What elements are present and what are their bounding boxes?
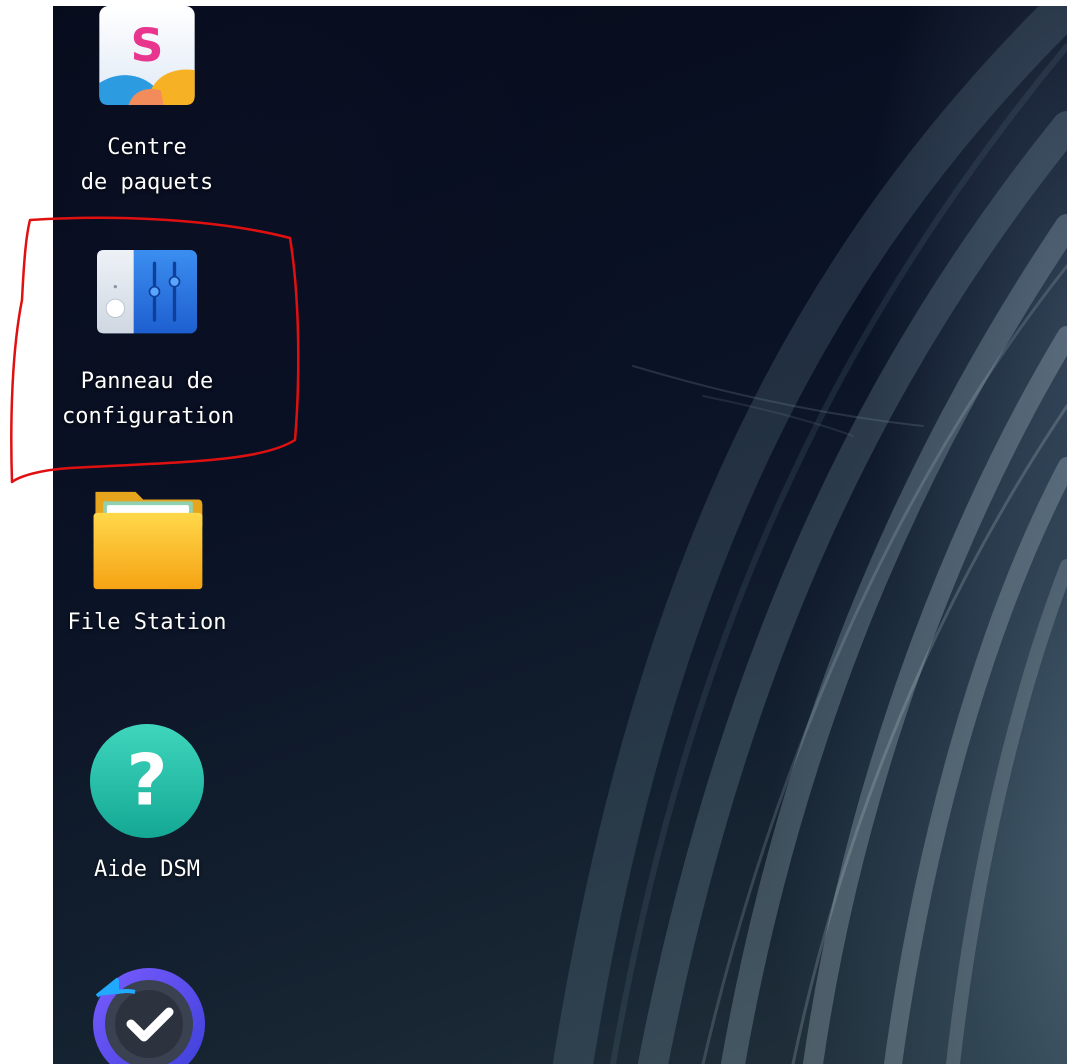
control-panel-icon: [97, 250, 197, 334]
icon-label: Panneau de configuration: [62, 369, 235, 429]
desktop-screen: S Centre de paquets Panneau de configura…: [0, 0, 1067, 1064]
desktop-icon-backup[interactable]: [62, 962, 232, 1064]
icon-label: Centre de paquets: [80, 135, 214, 195]
top-margin: [0, 0, 1067, 6]
svg-text:?: ?: [126, 739, 167, 822]
svg-text:S: S: [130, 18, 163, 72]
icon-label: Aide DSM: [94, 857, 200, 882]
desktop-icon-dsm-help[interactable]: ? Aide DSM: [62, 722, 232, 887]
backup-check-icon: [93, 968, 205, 1064]
left-margin: [0, 0, 53, 1064]
help-question-icon: ?: [89, 723, 205, 839]
desktop-icon-file-station[interactable]: File Station: [62, 488, 232, 640]
file-station-folder-icon: [93, 491, 203, 590]
package-center-icon: S: [99, 6, 195, 105]
desktop-icon-package-center[interactable]: S Centre de paquets: [62, 6, 232, 200]
desktop-icon-control-panel[interactable]: Panneau de configuration: [62, 250, 235, 434]
icon-label: File Station: [67, 610, 227, 635]
